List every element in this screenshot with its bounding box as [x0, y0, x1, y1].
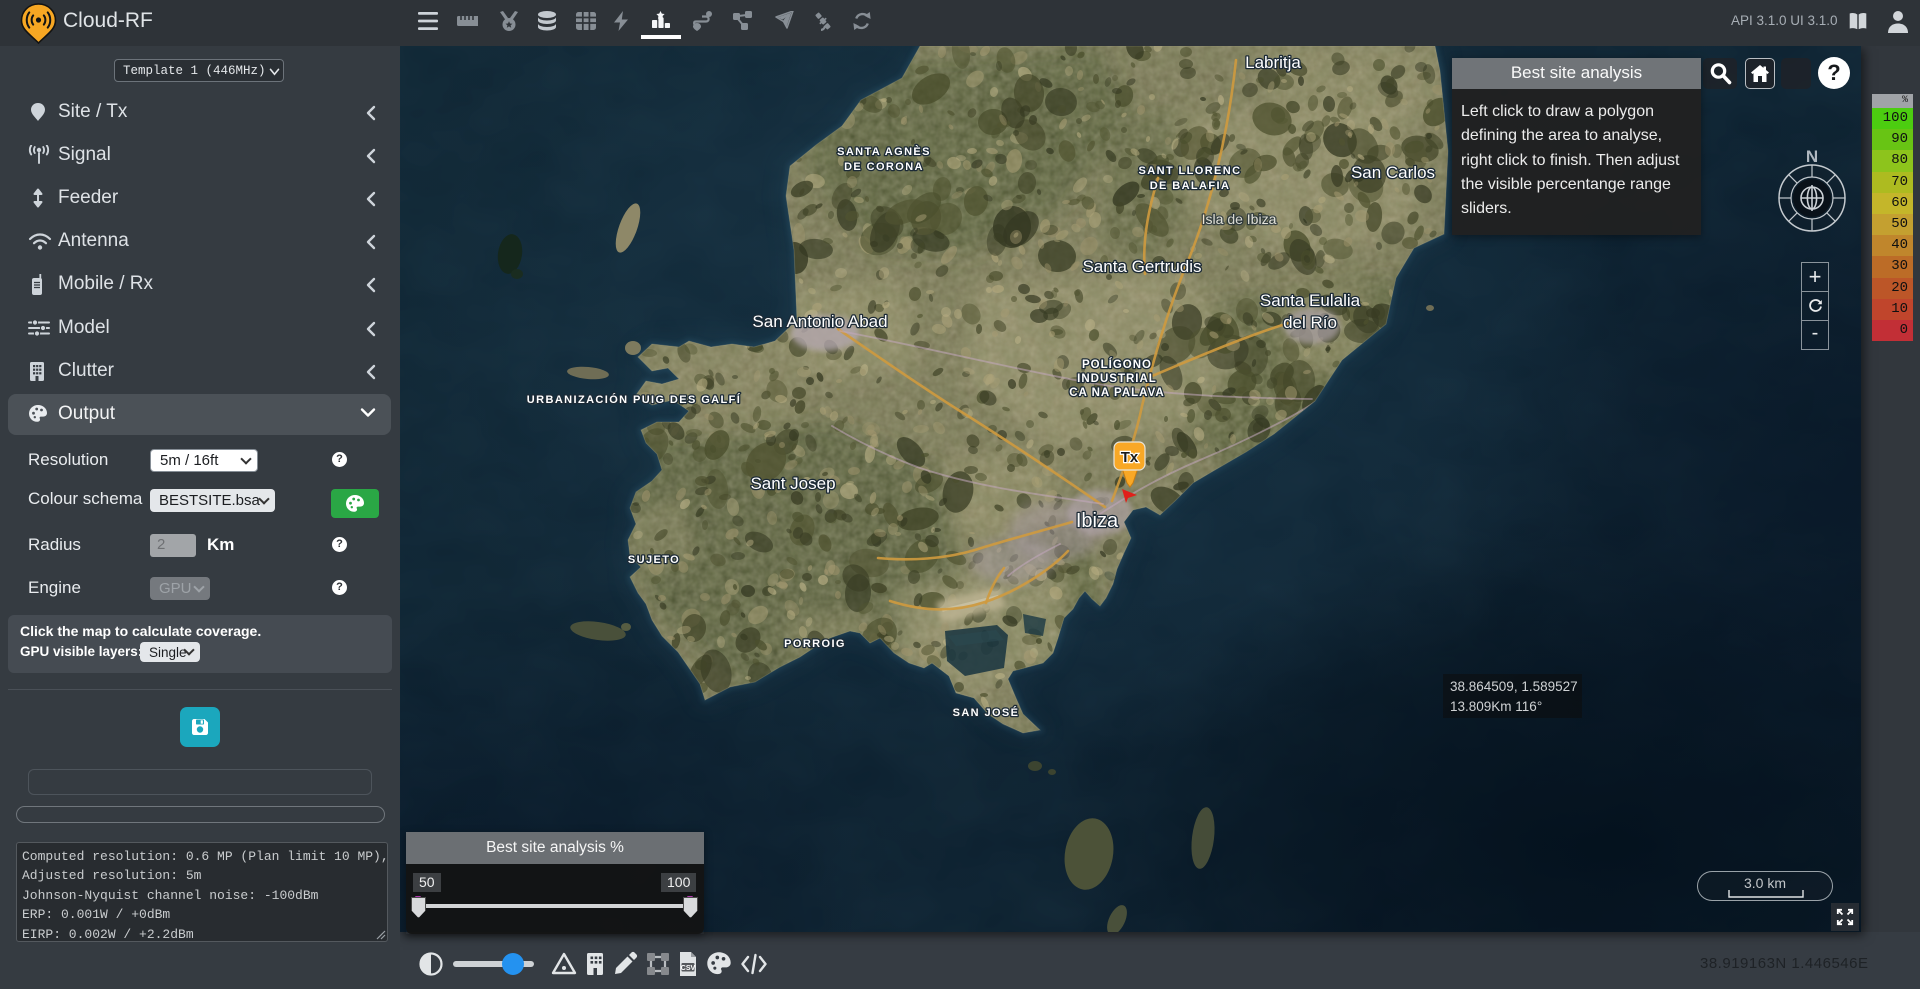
svg-text:CA NA PALAVA: CA NA PALAVA	[1069, 387, 1164, 399]
svg-text:Tx: Tx	[1121, 449, 1139, 466]
svg-text:PORROIG: PORROIG	[784, 638, 846, 650]
svg-text:Santa Eulalia: Santa Eulalia	[1260, 291, 1361, 310]
svg-text:SAN JOSÉ: SAN JOSÉ	[953, 706, 1020, 719]
svg-text:URBANIZACIÓN PUIG DES GALFÍ: URBANIZACIÓN PUIG DES GALFÍ	[527, 393, 741, 406]
svg-text:SANTA AGNÈS: SANTA AGNÈS	[837, 145, 931, 158]
svg-text:San Antonio Abad: San Antonio Abad	[752, 312, 887, 331]
svg-text:SUJETO: SUJETO	[628, 554, 680, 566]
svg-text:del Río: del Río	[1283, 313, 1337, 332]
svg-text:Labritja: Labritja	[1245, 53, 1301, 72]
svg-text:Ibiza: Ibiza	[1076, 510, 1119, 532]
svg-text:Sant Josep: Sant Josep	[750, 474, 835, 493]
svg-text:DE CORONA: DE CORONA	[844, 161, 924, 173]
svg-text:Isla de Ibiza: Isla de Ibiza	[1202, 211, 1277, 227]
svg-text:DE BALAFIA: DE BALAFIA	[1150, 180, 1231, 192]
svg-text:SANT LLORENC: SANT LLORENC	[1139, 165, 1242, 177]
svg-text:POLÍGONO: POLÍGONO	[1082, 358, 1152, 371]
svg-text:CSV: CSV	[681, 965, 696, 972]
svg-text:N: N	[1806, 147, 1818, 166]
svg-text:INDUSTRIAL: INDUSTRIAL	[1077, 373, 1157, 385]
svg-text:San Carlos: San Carlos	[1351, 163, 1435, 182]
svg-text:Santa Gertrudis: Santa Gertrudis	[1082, 257, 1201, 276]
